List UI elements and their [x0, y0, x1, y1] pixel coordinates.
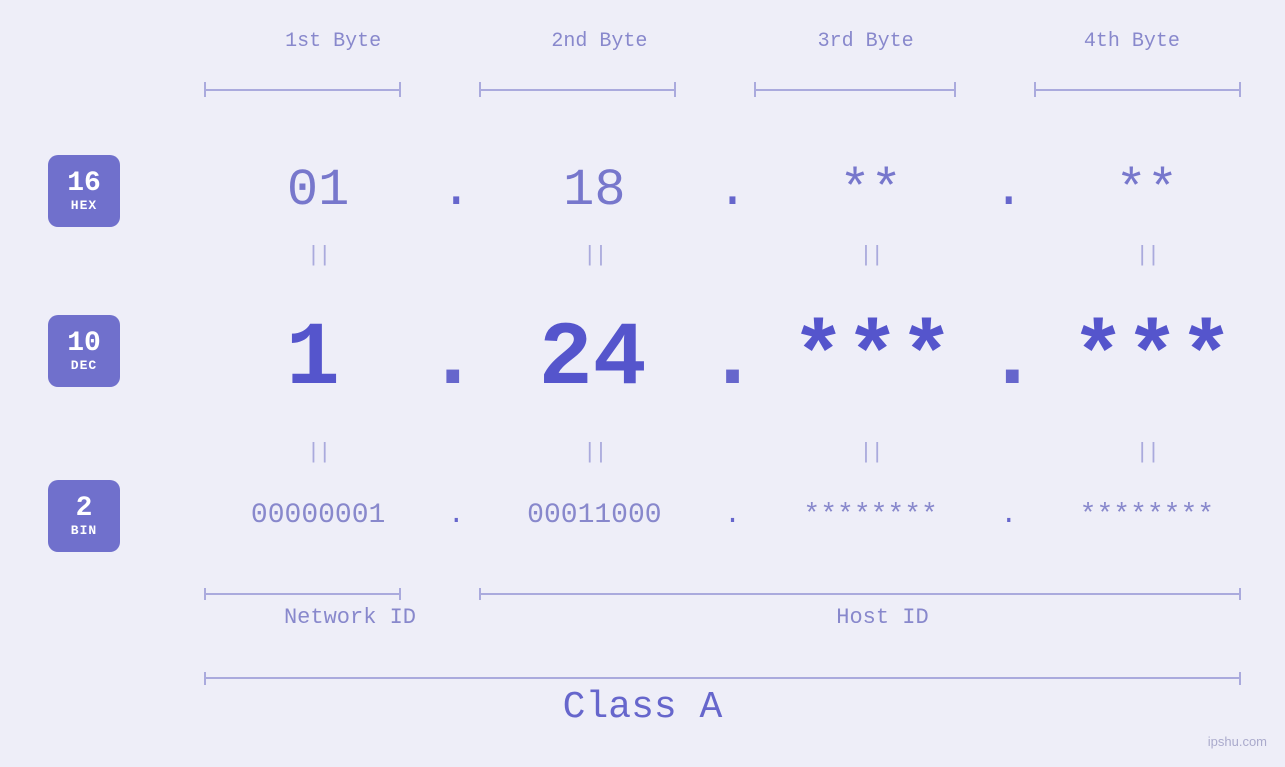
bin-dot2: . — [713, 500, 753, 531]
dec-dot2: . — [705, 309, 759, 411]
dec-b2: 24 — [480, 309, 706, 411]
hex-badge: 16 HEX — [48, 155, 120, 227]
col-header-4: 4th Byte — [999, 30, 1265, 53]
dec-badge: 10 DEC — [48, 315, 120, 387]
bin-b3: ******** — [753, 500, 989, 531]
bin-badge: 2 BIN — [48, 480, 120, 552]
bin-row: 00000001 . 00011000 . ******** . *******… — [200, 470, 1265, 560]
eq-bot-2: || — [476, 440, 712, 465]
host-id-label: Host ID — [500, 605, 1265, 630]
bin-dot3: . — [989, 500, 1029, 531]
hex-dot3: . — [989, 161, 1029, 220]
hex-dot2: . — [713, 161, 753, 220]
bin-badge-label: BIN — [71, 523, 97, 538]
hex-dot1: . — [436, 161, 476, 220]
hex-b3: ** — [753, 161, 989, 220]
hex-badge-num: 16 — [67, 170, 101, 198]
bin-b1: 00000001 — [200, 500, 436, 531]
col-header-2: 2nd Byte — [466, 30, 732, 53]
hex-b2: 18 — [476, 161, 712, 220]
dec-b4: *** — [1039, 309, 1265, 411]
dec-badge-label: DEC — [71, 358, 97, 373]
equals-row-top: || || || || — [200, 243, 1265, 268]
hex-row: 01 . 18 . ** . ** — [200, 145, 1265, 235]
eq-top-3: || — [753, 243, 989, 268]
bin-dot1: . — [436, 500, 476, 531]
col-header-3: 3rd Byte — [733, 30, 999, 53]
network-id-label: Network ID — [200, 605, 500, 630]
col-header-1: 1st Byte — [200, 30, 466, 53]
bottom-labels: Network ID Host ID — [200, 605, 1265, 630]
hex-b4: ** — [1029, 161, 1265, 220]
dec-badge-num: 10 — [67, 330, 101, 358]
equals-row-bottom: || || || || — [200, 440, 1265, 465]
dec-dot3: . — [985, 309, 1039, 411]
bin-b2: 00011000 — [476, 500, 712, 531]
class-a-label: Class A — [0, 686, 1285, 729]
dec-row: 1 . 24 . *** . *** — [200, 305, 1265, 415]
eq-top-2: || — [476, 243, 712, 268]
bin-badge-num: 2 — [76, 495, 93, 523]
watermark: ipshu.com — [1208, 734, 1267, 749]
column-headers: 1st Byte 2nd Byte 3rd Byte 4th Byte — [200, 30, 1265, 53]
eq-bot-1: || — [200, 440, 436, 465]
eq-bot-4: || — [1029, 440, 1265, 465]
eq-top-4: || — [1029, 243, 1265, 268]
main-container: 1st Byte 2nd Byte 3rd Byte 4th Byte 16 H… — [0, 0, 1285, 767]
hex-badge-label: HEX — [71, 198, 97, 213]
eq-bot-3: || — [753, 440, 989, 465]
hex-b1: 01 — [200, 161, 436, 220]
dec-b1: 1 — [200, 309, 426, 411]
eq-top-1: || — [200, 243, 436, 268]
dec-b3: *** — [760, 309, 986, 411]
dec-dot1: . — [426, 309, 480, 411]
bin-b4: ******** — [1029, 500, 1265, 531]
